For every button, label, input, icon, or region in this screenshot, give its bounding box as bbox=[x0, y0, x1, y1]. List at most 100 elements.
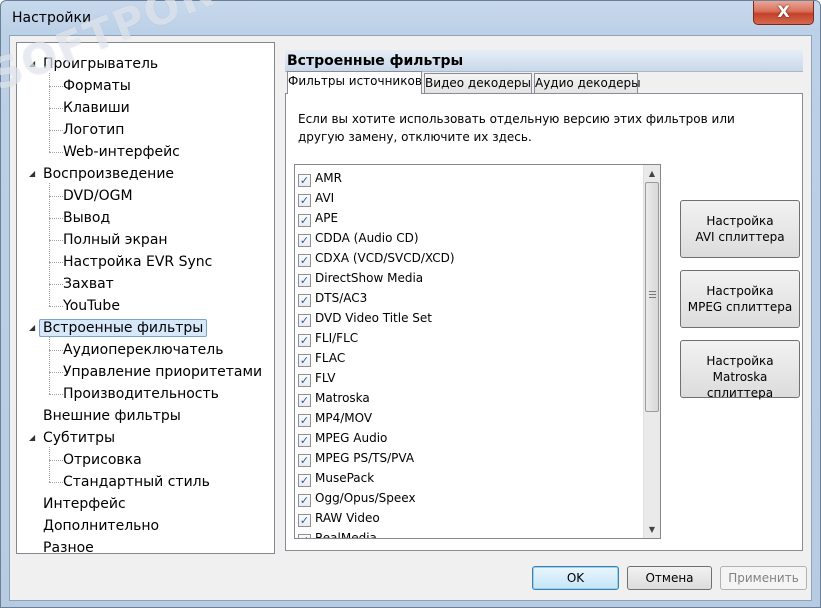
filter-checkbox-row[interactable]: ✓ APE bbox=[298, 208, 338, 228]
tree-item[interactable]: Форматы bbox=[63, 75, 131, 97]
close-button[interactable]: X bbox=[753, 1, 814, 25]
tree-guide-line bbox=[49, 306, 63, 307]
filter-checkbox-row[interactable]: ✓ FLV bbox=[298, 368, 335, 388]
tree-guide-line bbox=[49, 196, 63, 197]
checkbox[interactable]: ✓ bbox=[298, 234, 311, 247]
tree-group[interactable]: Внешние фильтры bbox=[43, 405, 181, 427]
tree-guide-line bbox=[49, 482, 63, 483]
scroll-up-icon[interactable]: ▲ bbox=[644, 165, 660, 182]
checkbox[interactable]: ✓ bbox=[298, 474, 311, 487]
settings-tree[interactable]: ◢ Проигрыватель Форматы Клавиши Логотип Web-и… bbox=[16, 42, 275, 554]
tree-item[interactable]: Отрисовка bbox=[63, 449, 142, 471]
scroll-down-icon[interactable]: ▼ bbox=[644, 521, 660, 538]
title-bar[interactable]: Настройки X bbox=[1, 1, 820, 35]
tree-group[interactable]: ◢ Субтитры bbox=[29, 427, 115, 449]
tree-guide-line bbox=[49, 447, 50, 482]
tree-item[interactable]: Производительность bbox=[63, 383, 219, 405]
checkbox[interactable]: ✓ bbox=[298, 194, 311, 207]
tree-group[interactable]: ◢ Воспроизведение bbox=[29, 163, 174, 185]
filter-checkbox-row[interactable]: ✓ MPEG Audio bbox=[298, 428, 387, 448]
checkbox[interactable]: ✓ bbox=[298, 274, 311, 287]
checkbox[interactable]: ✓ bbox=[298, 494, 311, 507]
apply-button[interactable]: Применить bbox=[720, 566, 807, 590]
checkbox[interactable]: ✓ bbox=[298, 434, 311, 447]
filter-checkbox-row[interactable]: ✓ FLI/FLC bbox=[298, 328, 358, 348]
expand-arrow-icon[interactable]: ◢ bbox=[29, 317, 41, 339]
checkbox[interactable]: ✓ bbox=[298, 354, 311, 367]
tree-item[interactable]: DVD/OGM bbox=[63, 185, 133, 207]
tree-item-label: Форматы bbox=[63, 78, 131, 94]
tree-item[interactable]: Логотип bbox=[63, 119, 124, 141]
tree-item-label: Web-интерфейс bbox=[63, 144, 180, 160]
filter-label: Matroska bbox=[315, 391, 370, 405]
tree-item-label: Отрисовка bbox=[63, 452, 142, 468]
filter-checkbox-row[interactable]: ✓ MP4/MOV bbox=[298, 408, 372, 428]
filter-checkbox-row[interactable]: ✓ AMR bbox=[298, 168, 342, 188]
scroll-thumb[interactable] bbox=[645, 182, 659, 412]
filter-label: DVD Video Title Set bbox=[315, 311, 432, 325]
tree-group[interactable]: ◢ Проигрыватель bbox=[29, 53, 158, 75]
filter-checkbox-row[interactable]: ✓ DTS/AC3 bbox=[298, 288, 367, 308]
tab-1[interactable]: Видео декодеры bbox=[424, 73, 532, 94]
filter-checkbox-row[interactable]: ✓ FLAC bbox=[298, 348, 345, 368]
tree-item-label: Внешние фильтры bbox=[43, 408, 181, 424]
tree-item[interactable]: Аудиопереключатель bbox=[63, 339, 223, 361]
filter-checkbox-row[interactable]: ✓ DirectShow Media bbox=[298, 268, 423, 288]
filter-list-scrollbar[interactable]: ▲ ▼ bbox=[643, 165, 660, 538]
expand-arrow-icon[interactable]: ◢ bbox=[29, 163, 41, 185]
checkbox[interactable]: ✓ bbox=[298, 334, 311, 347]
splitter-settings-button[interactable]: Настройка AVI сплиттера bbox=[680, 200, 800, 258]
tab-content: Если вы хотите использовать отдельную ве… bbox=[285, 93, 803, 551]
tree-item[interactable]: Клавиши bbox=[63, 97, 130, 119]
checkbox[interactable]: ✓ bbox=[298, 294, 311, 307]
filter-checkbox-row[interactable]: ✓ DVD Video Title Set bbox=[298, 308, 432, 328]
tab-0[interactable]: Фильтры источников bbox=[287, 71, 422, 94]
tree-guide-line bbox=[49, 460, 63, 461]
button-label-line2: AVI сплиттера bbox=[695, 230, 785, 244]
tree-item[interactable]: YouTube bbox=[63, 295, 120, 317]
checkbox[interactable]: ✓ bbox=[298, 534, 311, 538]
checkbox[interactable]: ✓ bbox=[298, 394, 311, 407]
filter-checkbox-row[interactable]: ✓ MusePack bbox=[298, 468, 374, 488]
splitter-settings-button[interactable]: Настройка MPEG сплиттера bbox=[680, 270, 800, 328]
tree-item-label: Вывод bbox=[63, 210, 111, 226]
checkbox[interactable]: ✓ bbox=[298, 214, 311, 227]
expand-arrow-icon[interactable]: ◢ bbox=[29, 53, 41, 75]
tree-item[interactable]: Настройка EVR Sync bbox=[63, 251, 212, 273]
checkbox[interactable]: ✓ bbox=[298, 414, 311, 427]
filter-checkbox-row[interactable]: ✓ RAW Video bbox=[298, 508, 380, 528]
button-label-line1: Настройка bbox=[706, 284, 774, 298]
checkbox[interactable]: ✓ bbox=[298, 374, 311, 387]
filter-checkbox-row[interactable]: ✓ AVI bbox=[298, 188, 334, 208]
filter-checkbox-row[interactable]: ✓ RealMedia bbox=[298, 528, 377, 538]
filter-list[interactable]: ▲ ▼ ✓ AMR ✓ AVI ✓ APE ✓ CDDA (Audio CD) ✓ CDXA (V… bbox=[294, 164, 661, 539]
filter-checkbox-row[interactable]: ✓ Ogg/Opus/Speex bbox=[298, 488, 416, 508]
tree-item[interactable]: Захват bbox=[63, 273, 114, 295]
tree-group[interactable]: Интерфейс bbox=[43, 493, 126, 515]
checkbox[interactable]: ✓ bbox=[298, 514, 311, 527]
tree-item[interactable]: Стандартный стиль bbox=[63, 471, 210, 493]
filter-checkbox-row[interactable]: ✓ CDDA (Audio CD) bbox=[298, 228, 419, 248]
tab-2[interactable]: Аудио декодеры bbox=[534, 73, 641, 94]
cancel-button[interactable]: Отмена bbox=[627, 566, 712, 590]
expand-arrow-icon[interactable]: ◢ bbox=[29, 427, 41, 449]
ok-button[interactable]: OK bbox=[532, 566, 619, 590]
filter-checkbox-row[interactable]: ✓ CDXA (VCD/SVCD/XCD) bbox=[298, 248, 455, 268]
checkbox[interactable]: ✓ bbox=[298, 314, 311, 327]
checkbox[interactable]: ✓ bbox=[298, 454, 311, 467]
checkbox[interactable]: ✓ bbox=[298, 174, 311, 187]
tree-group[interactable]: Дополнительно bbox=[43, 515, 159, 537]
tree-item[interactable]: Вывод bbox=[63, 207, 110, 229]
checkbox[interactable]: ✓ bbox=[298, 254, 311, 267]
filter-checkbox-row[interactable]: ✓ Matroska bbox=[298, 388, 370, 408]
filter-label: MP4/MOV bbox=[315, 411, 373, 425]
tree-item[interactable]: Управление приоритетами bbox=[63, 361, 262, 383]
tree-item[interactable]: Web-интерфейс bbox=[63, 141, 180, 163]
tree-item[interactable]: Полный экран bbox=[63, 229, 168, 251]
filter-label: RAW Video bbox=[315, 511, 380, 525]
filter-checkbox-row[interactable]: ✓ MPEG PS/TS/PVA bbox=[298, 448, 414, 468]
tree-group[interactable]: Разное bbox=[43, 537, 94, 553]
splitter-settings-button[interactable]: Настройка Matroska сплиттера bbox=[680, 340, 800, 400]
tree-guide-line bbox=[49, 130, 63, 131]
tree-group[interactable]: ◢ Встроенные фильтры bbox=[29, 317, 208, 339]
